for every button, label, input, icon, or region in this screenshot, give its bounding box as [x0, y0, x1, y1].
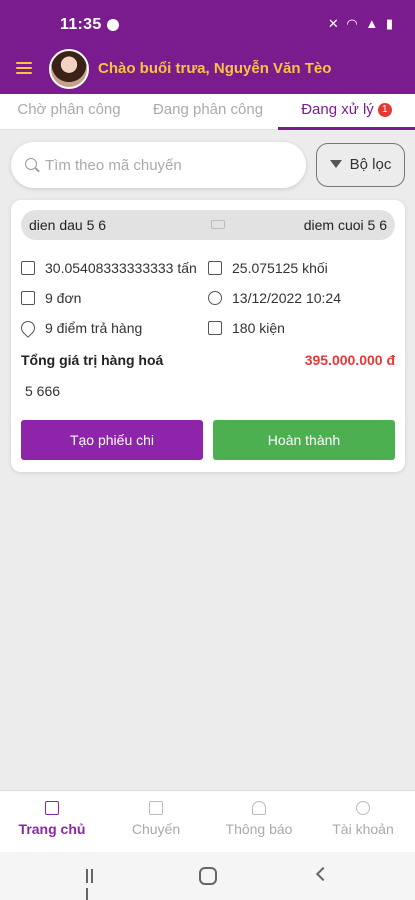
greeting-text: Chào buổi trưa, Nguyễn Văn Tèo: [98, 60, 332, 77]
system-navigation-bar: [0, 852, 415, 900]
status-bar: 11:35 ✕ ◠ ▲ ▮: [0, 0, 415, 44]
tab-processing[interactable]: Đang xử lý 1: [278, 94, 415, 130]
nav-notifications[interactable]: Thông báo: [207, 791, 311, 853]
tab-waiting-assignment[interactable]: Chờ phân công: [0, 94, 138, 130]
trip-dropoffs: 9 điểm trả hàng: [18, 318, 143, 338]
tab-label: Đang phân công: [152, 101, 264, 118]
status-time: 11:35: [60, 16, 102, 33]
trip-packages: 180 kiện: [208, 318, 285, 338]
back-icon[interactable]: [315, 866, 331, 882]
bell-icon: [252, 801, 266, 815]
menu-icon[interactable]: [16, 62, 32, 76]
recents-icon[interactable]: [86, 869, 100, 900]
clock-icon: [208, 291, 222, 305]
package-icon: [208, 321, 222, 335]
trip-route: dien dau 5 6 diem cuoi 5 6: [21, 210, 395, 240]
scale-icon: [21, 261, 35, 275]
complete-button[interactable]: Hoàn thành: [213, 420, 395, 460]
tab-assigning[interactable]: Đang phân công: [138, 94, 278, 130]
nav-label: Chuyến: [131, 821, 181, 837]
weight-value: 30.05408333333333 tấn: [45, 260, 197, 276]
search-bar: [11, 142, 306, 188]
home-button-icon[interactable]: [199, 867, 217, 885]
nav-account[interactable]: Tài khoản: [311, 791, 415, 853]
app-header: Chào buổi trưa, Nguyễn Văn Tèo: [0, 44, 415, 94]
order-icon: [21, 291, 35, 305]
total-value-label: Tổng giá trị hàng hoá: [21, 352, 164, 368]
nav-label: Tài khoản: [332, 821, 394, 837]
cube-icon: [208, 261, 222, 275]
trip-volume: 25.075125 khối: [208, 258, 328, 278]
trip-orders: 9 đơn: [21, 288, 81, 308]
trip-icon: [149, 801, 163, 815]
filter-icon: [329, 160, 342, 168]
orders-value: 9 đơn: [45, 290, 82, 306]
trip-datetime: 13/12/2022 10:24: [208, 288, 341, 308]
avatar[interactable]: [49, 49, 89, 89]
status-tabs: Chờ phân công Đang phân công Đang xử lý 1: [0, 94, 415, 130]
packages-value: 180 kiện: [232, 320, 285, 336]
user-icon: [356, 801, 370, 815]
home-icon: [45, 801, 59, 815]
location-pin-icon: [18, 318, 38, 338]
search-input[interactable]: [45, 154, 295, 176]
total-value-amount: 395.000.000 đ: [304, 352, 395, 368]
truck-icon: [211, 220, 225, 229]
volume-value: 25.075125 khối: [232, 260, 328, 276]
dropoffs-value: 9 điểm trả hàng: [45, 320, 143, 336]
tab-label: Chờ phân công: [17, 101, 121, 118]
filter-button[interactable]: Bộ lọc: [316, 143, 405, 187]
route-origin: dien dau 5 6: [29, 217, 107, 233]
trip-note: 5 666: [25, 383, 61, 399]
search-icon: [25, 158, 37, 170]
create-expense-button[interactable]: Tạo phiếu chi: [21, 420, 203, 460]
nav-home[interactable]: Trang chủ: [0, 791, 104, 853]
tab-badge: 1: [377, 103, 392, 117]
trip-weight: 30.05408333333333 tấn: [21, 258, 197, 278]
filter-label: Bộ lọc: [349, 156, 392, 173]
trip-card[interactable]: dien dau 5 6 diem cuoi 5 6 30.0540833333…: [11, 200, 405, 472]
bottom-navigation: Trang chủ Chuyến Thông báo Tài khoản: [0, 790, 415, 852]
datetime-value: 13/12/2022 10:24: [232, 290, 341, 306]
tab-label: Đang xử lý: [301, 101, 374, 118]
nav-trips[interactable]: Chuyến: [104, 791, 208, 853]
route-destination: diem cuoi 5 6: [303, 217, 387, 233]
messenger-icon: [107, 19, 119, 31]
nav-label: Thông báo: [225, 821, 293, 837]
system-status-icons: ✕ ◠ ▲ ▮: [327, 16, 395, 31]
nav-label: Trang chủ: [18, 821, 86, 837]
